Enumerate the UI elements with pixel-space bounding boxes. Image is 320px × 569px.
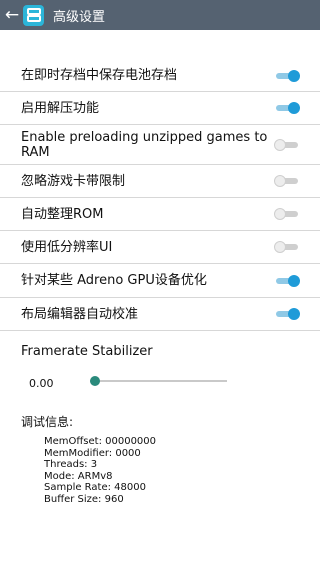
debug-info-line: Mode: ARMv8 <box>44 470 113 482</box>
setting-row[interactable]: 布局编辑器自动校准 <box>0 298 320 331</box>
slider-thumb[interactable] <box>90 376 100 386</box>
setting-label: 布局编辑器自动校准 <box>21 306 139 322</box>
setting-label: 启用解压功能 <box>21 100 100 116</box>
debug-info-line: MemOffset: 00000000 <box>44 436 157 447</box>
slider-rail <box>90 380 227 382</box>
debug-info-line: Buffer Size: 960 <box>44 493 124 505</box>
setting-row[interactable]: 启用解压功能 <box>0 92 320 125</box>
framerate-value: 0.00 <box>29 377 54 390</box>
debug-info-line: Threads: 3 <box>44 459 98 470</box>
framerate-slider[interactable] <box>90 375 227 387</box>
settings-list: 在即时存档中保存电池存档 启用解压功能 Enable preloading unzi… <box>0 60 320 331</box>
toggle-switch[interactable] <box>274 207 300 221</box>
framerate-stabilizer-label: Framerate Stabilizer <box>21 344 153 359</box>
toggle-switch[interactable] <box>274 138 300 152</box>
back-button[interactable]: ← <box>1 0 23 30</box>
app-icon <box>23 4 44 26</box>
setting-row[interactable]: 使用低分辨率UI <box>0 231 320 264</box>
setting-label: 自动整理ROM <box>21 206 104 222</box>
arrow-left-icon: ← <box>4 5 20 25</box>
toggle-switch[interactable] <box>274 101 300 115</box>
setting-label: Enable preloading unzipped games to RAM <box>21 129 268 160</box>
setting-label: 针对某些 Adreno GPU设备优化 <box>21 273 207 288</box>
page-title: 高级设置 <box>53 9 106 25</box>
toggle-switch[interactable] <box>274 307 300 321</box>
setting-label: 在即时存档中保存电池存档 <box>21 68 178 83</box>
debug-info-title: 调试信息: <box>21 415 74 429</box>
setting-row[interactable]: 忽略游戏卡带限制 <box>0 165 320 198</box>
debug-info-line: Sample Rate: 48000 <box>44 482 146 493</box>
toggle-switch[interactable] <box>274 174 300 188</box>
setting-label: 忽略游戏卡带限制 <box>21 173 126 189</box>
setting-row[interactable]: 在即时存档中保存电池存档 <box>0 60 320 92</box>
toggle-switch[interactable] <box>274 274 300 288</box>
setting-row[interactable]: Enable preloading unzipped games to RAM <box>0 125 320 165</box>
app-bar: ← 高级设置 <box>0 0 320 30</box>
setting-row[interactable]: 针对某些 Adreno GPU设备优化 <box>0 264 320 298</box>
debug-info-list: MemOffset: 00000000 MemModifier: 0000 Thre… <box>44 436 156 505</box>
setting-row[interactable]: 自动整理ROM <box>0 198 320 231</box>
toggle-switch[interactable] <box>274 240 300 254</box>
setting-label: 使用低分辨率UI <box>21 239 113 255</box>
debug-info-line: MemModifier: 0000 <box>44 447 141 459</box>
toggle-switch[interactable] <box>274 69 300 83</box>
